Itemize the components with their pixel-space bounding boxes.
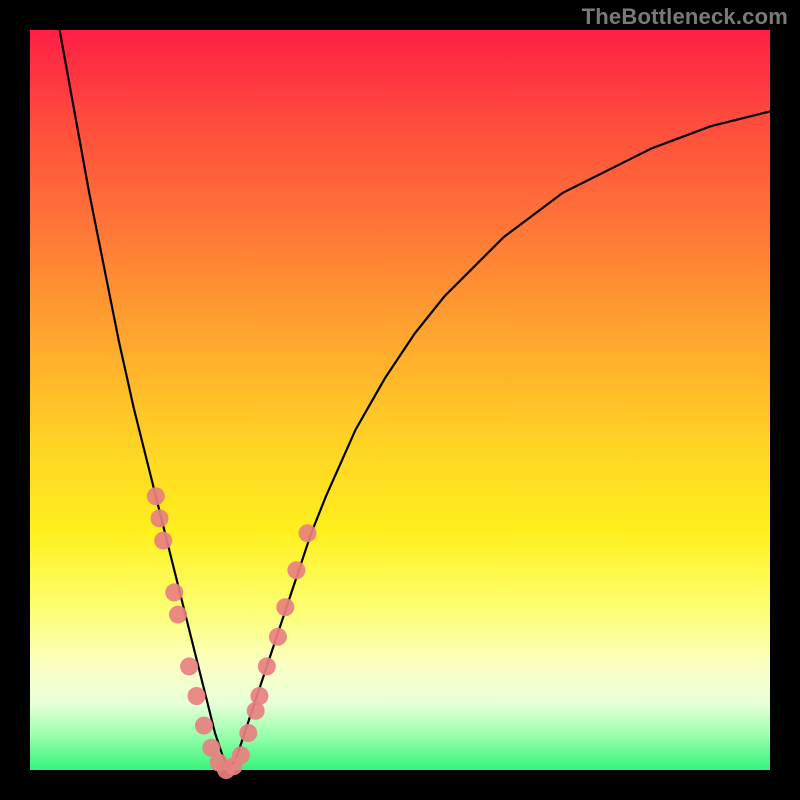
curve-marker <box>299 524 317 542</box>
curve-marker <box>276 598 294 616</box>
curve-marker <box>188 687 206 705</box>
curve-marker <box>165 583 183 601</box>
plot-area <box>30 30 770 770</box>
curve-markers <box>147 487 317 779</box>
curve-marker <box>195 717 213 735</box>
curve-marker <box>232 746 250 764</box>
curve-marker <box>239 724 257 742</box>
curve-marker <box>250 687 268 705</box>
curve-marker <box>258 657 276 675</box>
curve-marker <box>169 606 187 624</box>
chart-frame: TheBottleneck.com <box>0 0 800 800</box>
curve-marker <box>269 628 287 646</box>
curve-marker <box>180 657 198 675</box>
curve-marker <box>151 509 169 527</box>
watermark-text: TheBottleneck.com <box>582 4 788 30</box>
bottleneck-curve <box>60 30 770 770</box>
curve-marker <box>287 561 305 579</box>
curve-marker <box>154 532 172 550</box>
curve-svg <box>30 30 770 770</box>
curve-marker <box>147 487 165 505</box>
